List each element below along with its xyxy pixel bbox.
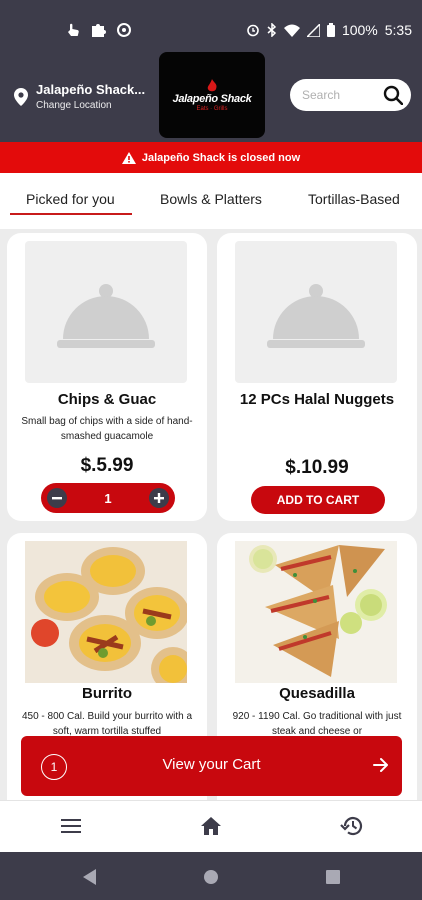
tab-picked-for-you[interactable]: Picked for you [26,191,115,207]
add-to-cart-button[interactable]: ADD TO CART [251,486,385,514]
item-image-placeholder [25,241,187,383]
sync-icon [117,23,131,37]
restaurant-logo: Jalapeño Shack Eats · Grills [159,52,265,138]
search-icon[interactable] [383,85,403,105]
wifi-icon [283,24,300,37]
search-box[interactable] [290,79,411,111]
location-name: Jalapeño Shack... [36,82,146,97]
gesture-icon [68,23,79,36]
category-tabs: Picked for you Bowls & Platters Tortilla… [0,173,422,229]
app-header: Jalapeño Shack... Change Location Jalape… [0,52,422,142]
plus-icon [153,493,164,503]
alarm-icon [247,24,259,37]
item-title: 12 PCs Halal Nuggets [239,391,395,408]
food-cloche-icon [57,284,155,348]
item-title: Quesadilla [279,685,355,702]
burrito-image [25,541,195,691]
item-image-placeholder [235,241,397,383]
item-description: Small bag of chips with a side of hand-s… [21,416,193,442]
closed-banner-text: Jalapeño Shack is closed now [141,151,301,164]
tab-bowls-platters[interactable]: Bowls & Platters [160,191,262,207]
item-price: $.10.99 [285,457,349,478]
system-status: 100% 5:35 [246,22,412,38]
warning-icon [121,151,136,164]
battery-icon [326,23,335,37]
item-description: 920 - 1190 Cal. Go traditional with just… [232,711,402,737]
item-description: 450 - 800 Cal. Build your burrito with a… [21,711,193,737]
logo-tagline: Eats · Grills [196,105,228,112]
quesadilla-image [235,541,397,683]
notification-icons [66,22,132,38]
puzzle-icon [92,24,106,37]
food-cloche-icon [267,284,365,348]
view-cart-label: View your Cart [162,756,261,773]
decrease-quantity-button[interactable] [47,488,67,508]
battery-percent: 100% [341,22,378,38]
change-location-link[interactable]: Change Location [36,100,145,111]
order-history-icon[interactable] [340,815,364,837]
item-title: Chips & Guac [57,391,157,408]
location-pin-icon [14,87,28,106]
burrito-photo [25,541,195,691]
home-icon[interactable] [200,815,222,837]
back-icon[interactable] [82,868,98,886]
tab-tortillas-based[interactable]: Tortillas-Based [308,191,400,207]
menu-grid: Chips & Guac Small bag of chips with a s… [0,229,422,800]
home-nav-icon[interactable] [202,868,220,886]
item-title: Burrito [82,685,132,702]
arrow-right-icon [373,758,388,772]
bottom-navigation [0,800,422,852]
flame-icon [207,78,217,91]
system-navigation-bar [0,852,422,900]
quesadilla-photo [235,541,397,683]
minus-icon [52,497,62,500]
menu-item-card[interactable]: 12 PCs Halal Nuggets $.10.99 ADD TO CART [217,233,417,521]
menu-icon[interactable] [60,815,82,837]
bluetooth-icon [267,23,277,37]
recents-icon[interactable] [325,869,341,885]
increase-quantity-button[interactable] [148,488,169,508]
location-selector[interactable]: Jalapeño Shack... Change Location [14,82,145,111]
closed-banner: Jalapeño Shack is closed now [0,142,422,173]
view-cart-button[interactable]: 1 View your Cart [21,736,402,796]
clock-time: 5:35 [384,22,412,38]
logo-wordmark: Jalapeño Shack [172,92,252,105]
item-price: $.5.99 [80,455,134,476]
quantity-stepper: 1 [41,483,175,513]
active-tab-indicator [10,213,132,215]
cell-signal-icon [306,23,320,37]
menu-item-card[interactable]: Chips & Guac Small bag of chips with a s… [7,233,207,521]
quantity-value: 1 [104,490,112,506]
search-input[interactable] [302,88,372,102]
